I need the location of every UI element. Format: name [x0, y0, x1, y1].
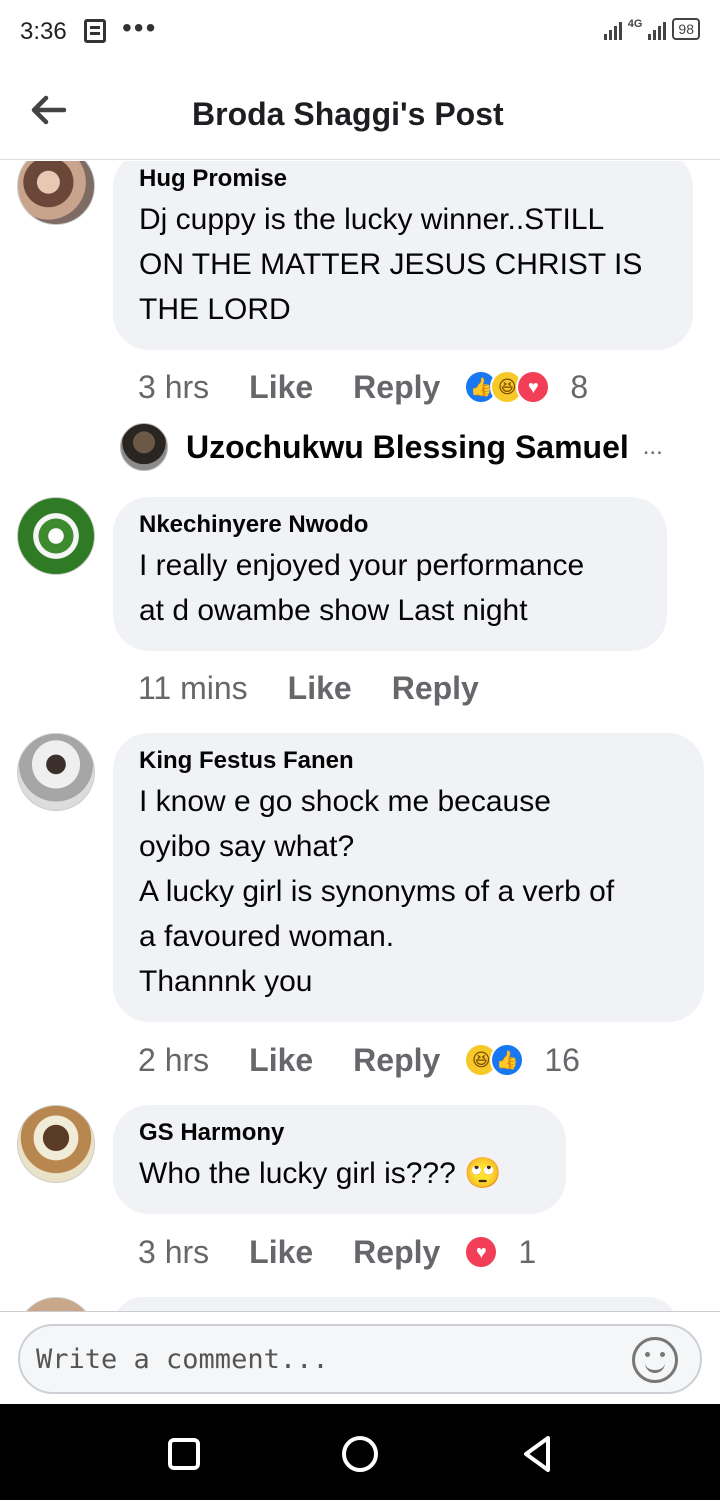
reaction-count[interactable]: 8 [570, 369, 588, 406]
reaction-count[interactable]: 1 [518, 1234, 536, 1271]
like-button[interactable]: Like [249, 369, 313, 406]
comment-line: Who the lucky girl is??? 🙄 [139, 1151, 540, 1196]
comment-time[interactable]: 2 hrs [138, 1042, 209, 1079]
like-button[interactable]: Like [288, 670, 352, 707]
comment-text: I know e go shock me because oyibo say w… [139, 779, 678, 1004]
like-reaction-icon: 👍 [490, 1043, 525, 1077]
comment-time[interactable]: 11 mins [138, 670, 248, 707]
comment-actions: 11 mins Like Reply [138, 668, 519, 708]
comment-text: I really enjoyed your performance at d o… [139, 543, 641, 633]
love-reaction-icon: ♥ [516, 370, 551, 404]
back-triangle-icon[interactable] [520, 1434, 554, 1474]
emoji-icon[interactable] [632, 1337, 678, 1383]
status-time: 3:36 [20, 18, 67, 45]
comment-line: I know e go shock me because [139, 785, 551, 818]
comments-feed[interactable]: Hug Promise Dj cuppy is the lucky winner… [0, 161, 720, 1311]
avatar[interactable] [17, 1297, 95, 1311]
comment-line: Thannnk you [139, 965, 313, 998]
reply-button[interactable]: Reply [392, 670, 479, 707]
comment-bubble[interactable]: GS Harmony Who the lucky girl is??? 🙄 [113, 1105, 566, 1214]
comment-time[interactable]: 3 hrs [138, 1234, 209, 1271]
post-header: Broda Shaggi's Post [0, 64, 720, 160]
comment-line: a favoured woman. [139, 920, 395, 953]
comment-placeholder: Write a comment... [36, 1344, 329, 1375]
reactions-summary[interactable]: 👍 😆 ♥ [464, 370, 551, 404]
signal-icon-2 [648, 18, 667, 40]
like-button[interactable]: Like [249, 1234, 313, 1271]
system-nav-bar [0, 1404, 720, 1500]
comment-line: Dj cuppy is the lucky winner..STILL [139, 203, 605, 236]
comment-composer: Write a comment... [0, 1311, 720, 1404]
reply-thread[interactable]: Uzochukwu Blessing Samuel ... [120, 423, 663, 471]
love-reaction-icon: ♥ [464, 1235, 499, 1269]
reply-button[interactable]: Reply [353, 1234, 440, 1271]
like-button[interactable]: Like [249, 1042, 313, 1079]
comment-line-text: Who the lucky girl is??? [139, 1157, 456, 1190]
comment-bubble[interactable]: Nkechinyere Nwodo I really enjoyed your … [113, 497, 667, 651]
comment-author[interactable]: Hug Promise [139, 165, 667, 193]
battery-icon: 98 [672, 18, 700, 40]
comment-author[interactable]: King Festus Fanen [139, 747, 678, 775]
comment-line: ON THE MATTER JESUS CHRIST IS [139, 248, 643, 281]
comment-line: THE LORD [139, 293, 291, 326]
reply-avatar[interactable] [120, 423, 168, 471]
comment-actions: 3 hrs Like Reply ♥ 1 [138, 1232, 536, 1272]
comment-input[interactable]: Write a comment... [18, 1324, 702, 1394]
reaction-count[interactable]: 16 [544, 1042, 580, 1079]
avatar[interactable] [17, 497, 95, 575]
comment-text: Who the lucky girl is??? 🙄 [139, 1151, 540, 1196]
comment-actions: 3 hrs Like Reply 👍 😆 ♥ 8 [138, 367, 588, 407]
comment-bubble[interactable] [113, 1297, 678, 1311]
comment-bubble[interactable]: Hug Promise Dj cuppy is the lucky winner… [113, 161, 693, 350]
comment-line: at d owambe show Last night [139, 594, 528, 627]
status-indicators: 4G 98 [603, 18, 700, 40]
comment-actions: 2 hrs Like Reply 😆 👍 16 [138, 1040, 580, 1080]
comment-time[interactable]: 3 hrs [138, 369, 209, 406]
reply-button[interactable]: Reply [353, 369, 440, 406]
comment-author[interactable]: GS Harmony [139, 1119, 540, 1147]
reactions-summary[interactable]: 😆 👍 [464, 1043, 525, 1077]
notification-icon [84, 19, 106, 43]
signal-icon [603, 18, 622, 40]
avatar[interactable] [17, 733, 95, 811]
more-notifications-icon: ••• [122, 12, 158, 43]
reply-author[interactable]: Uzochukwu Blessing Samuel [186, 429, 629, 466]
recents-icon[interactable] [168, 1438, 200, 1470]
comment-line: A lucky girl is synonyms of a verb of [139, 875, 615, 908]
network-type: 4G [627, 18, 643, 30]
avatar[interactable] [17, 1105, 95, 1183]
reactions-summary[interactable]: ♥ [464, 1235, 499, 1269]
comment-author[interactable]: Nkechinyere Nwodo [139, 511, 641, 539]
page-title: Broda Shaggi's Post [192, 96, 504, 132]
reply-button[interactable]: Reply [353, 1042, 440, 1079]
comment-line: oyibo say what? [139, 830, 355, 863]
more-replies-indicator[interactable]: ... [643, 433, 663, 461]
home-icon[interactable] [342, 1436, 378, 1472]
back-arrow-icon[interactable] [28, 90, 68, 130]
comment-bubble[interactable]: King Festus Fanen I know e go shock me b… [113, 733, 704, 1022]
avatar[interactable] [17, 161, 95, 225]
status-bar: 3:36 ••• 4G 98 [0, 0, 720, 64]
comment-line: I really enjoyed your performance [139, 549, 585, 582]
eye-roll-emoji-icon: 🙄 [464, 1157, 502, 1190]
comment-text: Dj cuppy is the lucky winner..STILL ON T… [139, 197, 667, 332]
